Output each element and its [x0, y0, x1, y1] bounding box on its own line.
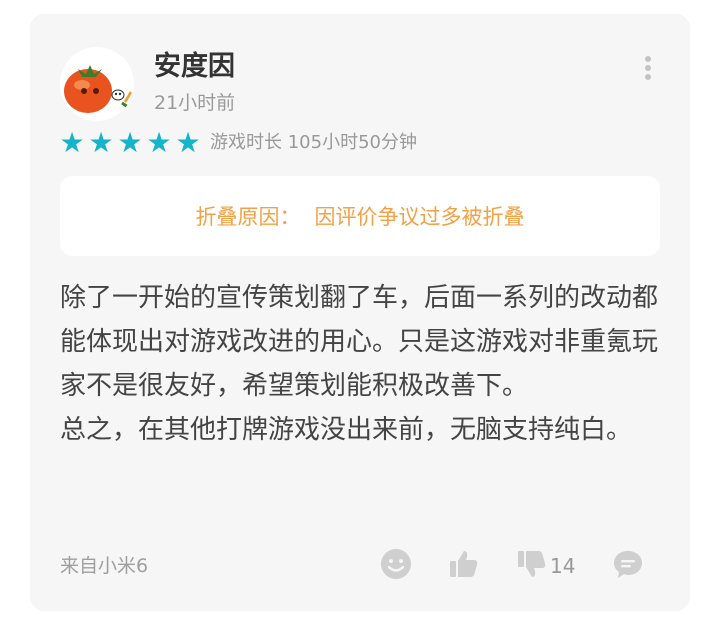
star-icon: ★	[146, 126, 172, 159]
star-icon: ★	[175, 126, 201, 159]
more-dot	[645, 65, 651, 71]
dislike-count: 14	[550, 554, 576, 578]
star-icon: ★	[117, 126, 143, 159]
thumbs-down-icon	[518, 551, 546, 577]
username[interactable]: 安度因	[154, 51, 235, 83]
post-time: 21小时前	[154, 92, 236, 114]
playtime-label: 游戏时长 105小时50分钟	[210, 132, 417, 153]
comment-bubble-icon	[614, 551, 642, 578]
smiley-icon	[381, 549, 411, 579]
star-icon: ★	[88, 126, 114, 159]
more-options-button[interactable]	[636, 52, 660, 84]
rating-stars: ★ ★ ★ ★ ★	[59, 126, 201, 159]
review-card: 安度因 21小时前 ★ ★ ★ ★ ★ 游戏时长 105小时50分钟 折叠原因：…	[30, 14, 690, 611]
review-paragraph: 总之，在其他打牌游戏没出来前，无脑支持纯白。	[60, 415, 633, 445]
tomato-avatar-image	[60, 47, 134, 121]
react-button[interactable]	[380, 548, 412, 582]
fold-notice-label: 折叠原因：	[195, 205, 301, 229]
review-paragraph: 除了一开始的宣传策划翻了车，后面一系列的改动都能体现出对游戏改进的用心。只是这游…	[60, 283, 659, 401]
like-button[interactable]	[448, 548, 480, 582]
avatar[interactable]	[60, 47, 134, 121]
fold-notice-reason: 因评价争议过多被折叠	[314, 205, 525, 229]
review-body: 除了一开始的宣传策划翻了车，后面一系列的改动都能体现出对游戏改进的用心。只是这游…	[60, 276, 660, 452]
comment-button[interactable]	[612, 548, 644, 582]
device-label: 来自小米6	[60, 555, 149, 577]
fold-notice[interactable]: 折叠原因： 因评价争议过多被折叠	[60, 176, 660, 256]
thumbs-up-icon	[450, 551, 478, 577]
dislike-button[interactable]	[516, 548, 548, 582]
more-vertical-icon	[645, 56, 651, 62]
star-icon: ★	[59, 126, 85, 159]
more-dot	[645, 74, 651, 80]
